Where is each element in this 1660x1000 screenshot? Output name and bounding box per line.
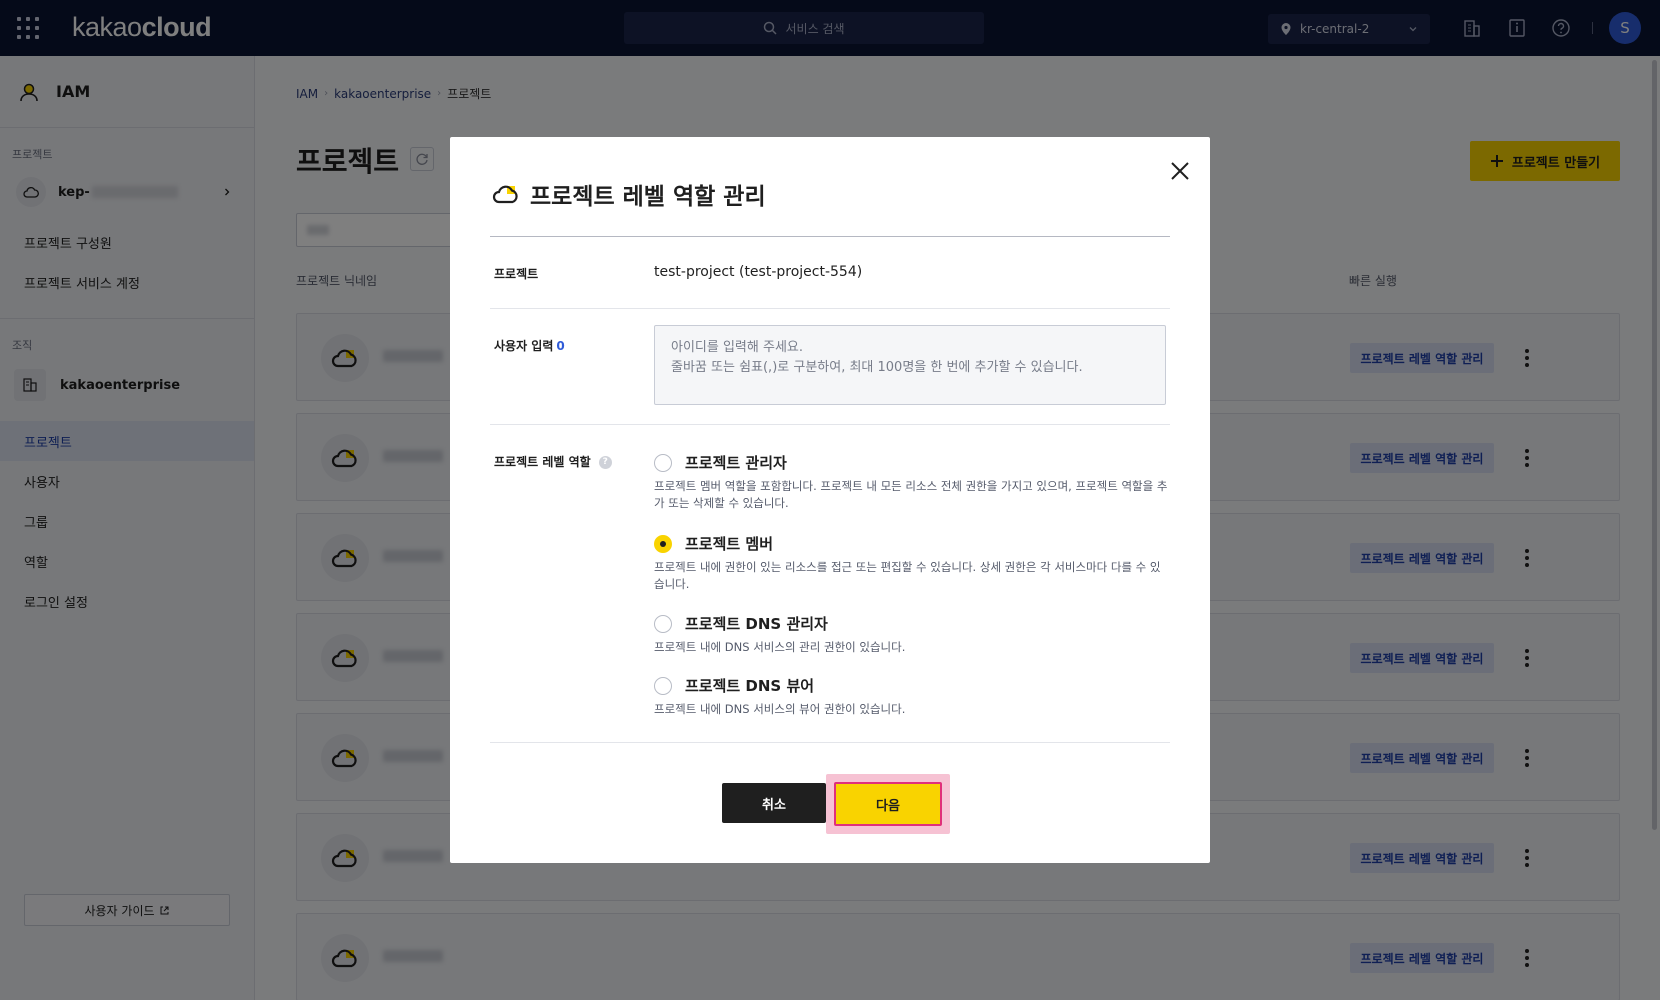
dialog-title-text: 프로젝트 레벨 역할 관리: [530, 184, 766, 210]
role-label: 프로젝트 레벨 역할?: [494, 453, 612, 470]
cancel-button[interactable]: 취소: [722, 783, 826, 823]
project-value: test-project (test-project-554): [654, 264, 863, 280]
next-button[interactable]: 다음: [834, 782, 942, 826]
footer-divider: [490, 742, 1170, 743]
user-input-label: 사용자 입력 0: [494, 339, 565, 353]
role-option-desc: 프로젝트 내에 권한이 있는 리소스를 접근 또는 편집할 수 있습니다. 상세…: [654, 560, 1161, 591]
role-option-desc: 프로젝트 멤버 역할을 포함합니다. 프로젝트 내 모든 리소스 전체 권한을 …: [654, 479, 1168, 510]
row-divider: [490, 424, 1170, 425]
role-management-dialog: 프로젝트 레벨 역할 관리 프로젝트 test-project (test-pr…: [450, 137, 1210, 863]
user-id-textarea[interactable]: 아이디를 입력해 주세요. 줄바꿈 또는 쉼표(,)로 구분하여, 최대 100…: [654, 325, 1166, 405]
row-divider: [490, 308, 1170, 309]
role-option-title[interactable]: 프로젝트 관리자: [685, 452, 787, 473]
dialog-title: 프로젝트 레벨 역할 관리: [492, 177, 766, 211]
role-option-title[interactable]: 프로젝트 멤버: [685, 533, 773, 554]
radio-admin[interactable]: [654, 454, 672, 472]
user-input-count: 0: [556, 339, 565, 353]
role-option-desc: 프로젝트 내에 DNS 서비스의 관리 권한이 있습니다.: [654, 640, 906, 654]
placeholder-line-2: 줄바꿈 또는 쉼표(,)로 구분하여, 최대 100명을 한 번에 추가할 수 …: [671, 360, 1083, 375]
role-option-title[interactable]: 프로젝트 DNS 뷰어: [685, 675, 814, 696]
title-divider: [490, 236, 1170, 237]
radio-dns-viewer[interactable]: [654, 677, 672, 695]
radio-dns-admin[interactable]: [654, 615, 672, 633]
help-icon[interactable]: ?: [598, 456, 612, 469]
project-label: 프로젝트: [494, 267, 539, 281]
role-option-title[interactable]: 프로젝트 DNS 관리자: [685, 613, 828, 634]
placeholder-line-1: 아이디를 입력해 주세요.: [671, 340, 803, 355]
project-cloud-icon: [492, 185, 518, 204]
role-option-desc: 프로젝트 내에 DNS 서비스의 뷰어 권한이 있습니다.: [654, 702, 906, 716]
close-icon[interactable]: [1168, 159, 1192, 183]
radio-member[interactable]: [654, 535, 672, 553]
